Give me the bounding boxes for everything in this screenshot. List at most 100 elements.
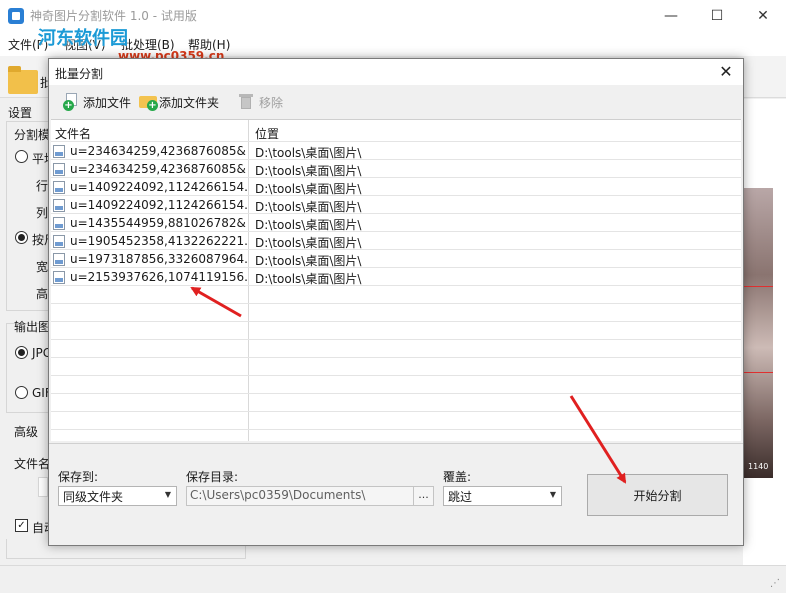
empty-table-row [51, 304, 741, 322]
table-row[interactable]: u=1435544959,881026782&... D:\tools\桌面\图片… [51, 214, 741, 232]
image-file-icon [53, 234, 65, 248]
image-file-icon [53, 162, 65, 176]
file-name-text: u=1435544959,881026782&... [70, 216, 247, 230]
save-to-value: 同级文件夹 [63, 490, 124, 504]
column-header-filename[interactable]: 文件名 [55, 125, 91, 142]
file-name-cell: u=234634259,4236876085&... [53, 144, 247, 158]
remove-label: 移除 [259, 95, 284, 110]
dropdown-arrow-icon: ▼ [549, 490, 556, 499]
empty-table-row [51, 412, 741, 430]
close-button[interactable]: ✕ [740, 0, 786, 31]
table-row[interactable]: u=1973187856,3326087964... D:\tools\桌面\图片… [51, 250, 741, 268]
file-name-text: u=1409224092,1124266154... [70, 198, 247, 212]
save-to-label: 保存到: [58, 470, 99, 484]
maximize-button[interactable]: ☐ [694, 0, 740, 31]
file-name-cell: u=1409224092,1124266154... [53, 198, 247, 212]
column-header-location[interactable]: 位置 [255, 125, 279, 142]
output-label: 输出图 [14, 320, 51, 334]
remove-button[interactable]: 移除 [237, 91, 283, 113]
table-row[interactable]: u=234634259,4236876085&... D:\tools\桌面\图片… [51, 160, 741, 178]
add-folder-icon: + [139, 93, 158, 111]
image-file-icon [53, 270, 65, 284]
radio-jpg[interactable] [15, 346, 28, 359]
overwrite-value: 跳过 [448, 490, 473, 504]
empty-table-row [51, 394, 741, 412]
empty-table-row [51, 286, 741, 304]
bottom-panel: 保存到: 同级文件夹 ▼ 保存目录: C:\Users\pc0359\Docum… [49, 443, 743, 545]
file-path-cell: D:\tools\桌面\图片\ [255, 200, 362, 214]
file-path-cell: D:\tools\桌面\图片\ [255, 164, 362, 178]
table-row[interactable]: u=1409224092,1124266154... D:\tools\桌面\图片… [51, 178, 741, 196]
add-folder-label: 添加文件夹 [159, 95, 220, 110]
preview-image [743, 188, 773, 478]
table-row[interactable]: u=1905452358,4132262221... D:\tools\桌面\图片… [51, 232, 741, 250]
add-folder-button[interactable]: + 添加文件夹 [139, 91, 219, 113]
file-path-cell: D:\tools\桌面\图片\ [255, 182, 362, 196]
watermark-logo: 河东软件园 [38, 28, 128, 49]
resize-grip-icon[interactable]: ⋰ [770, 578, 784, 592]
empty-table-row [51, 322, 741, 340]
image-file-icon [53, 216, 65, 230]
dialog-titlebar: 批量分割 ✕ [49, 59, 743, 85]
add-file-button[interactable]: + 添加文件 [63, 91, 131, 113]
empty-table-row [51, 430, 741, 441]
table-row[interactable]: u=1409224092,1124266154... D:\tools\桌面\图片… [51, 196, 741, 214]
file-name-text: u=1905452358,4132262221... [70, 234, 247, 248]
rows-label: 行 [36, 179, 49, 193]
browse-button[interactable]: ... [414, 486, 434, 506]
file-name-cell: u=1435544959,881026782&... [53, 216, 247, 230]
split-line [743, 372, 773, 373]
save-dir-label: 保存目录: [186, 470, 239, 484]
file-path-cell: D:\tools\桌面\图片\ [255, 272, 362, 286]
radio-gif[interactable] [15, 386, 28, 399]
file-name-cell: u=1973187856,3326087964... [53, 252, 247, 266]
table-header: 文件名 位置 [51, 120, 741, 142]
batch-split-dialog: 批量分割 ✕ + 添加文件 + 添加文件夹 移除 文件名 位置 u=234634… [48, 58, 744, 546]
file-name-cell: u=234634259,4236876085&... [53, 162, 247, 176]
file-path-cell: D:\tools\桌面\图片\ [255, 146, 362, 160]
file-name-text: u=234634259,4236876085&... [70, 144, 247, 158]
file-name-text: u=1973187856,3326087964... [70, 252, 247, 266]
add-file-label: 添加文件 [83, 95, 132, 110]
trash-icon [237, 93, 255, 111]
dialog-close-button[interactable]: ✕ [715, 61, 737, 83]
app-title: 神奇图片分割软件 1.0 - 试用版 [30, 9, 197, 23]
start-split-button[interactable]: 开始分割 [587, 474, 728, 516]
file-path-cell: D:\tools\桌面\图片\ [255, 236, 362, 250]
file-name-cell: u=1409224092,1124266154... [53, 180, 247, 194]
file-name-text: u=2153937626,1074119156... [70, 270, 247, 284]
radio-by-size[interactable] [15, 231, 28, 244]
minimize-button[interactable]: — [648, 0, 694, 31]
advanced-label: 高级 [14, 425, 39, 439]
table-row[interactable]: u=2153937626,1074119156... D:\tools\桌面\图片… [51, 268, 741, 286]
dropdown-arrow-icon: ▼ [164, 490, 171, 499]
overwrite-select[interactable]: 跳过 ▼ [443, 486, 562, 506]
file-path-cell: D:\tools\桌面\图片\ [255, 254, 362, 268]
radio-average[interactable] [15, 150, 28, 163]
dialog-toolbar: + 添加文件 + 添加文件夹 移除 [49, 85, 743, 117]
add-file-icon: + [63, 93, 81, 111]
cols-label: 列 [36, 206, 49, 220]
filename-input[interactable] [38, 477, 48, 497]
height-label: 高 [36, 287, 49, 301]
save-dir-input[interactable]: C:\Users\pc0359\Documents\ [186, 486, 414, 506]
width-label: 宽 [36, 260, 49, 274]
table-row[interactable]: u=234634259,4236876085&... D:\tools\桌面\图片… [51, 142, 741, 160]
file-path-cell: D:\tools\桌面\图片\ [255, 218, 362, 232]
image-file-icon [53, 180, 65, 194]
app-icon [8, 8, 24, 24]
open-folder-icon[interactable] [8, 66, 38, 94]
filename-label: 文件名 [14, 457, 51, 471]
image-file-icon [53, 198, 65, 212]
file-name-cell: u=2153937626,1074119156... [53, 270, 247, 284]
split-mode-label: 分割模 [14, 128, 51, 142]
image-file-icon [53, 252, 65, 266]
file-table: 文件名 位置 u=234634259,4236876085&... D:\tool… [51, 119, 741, 441]
file-name-cell: u=1905452358,4132262221... [53, 234, 247, 248]
overwrite-label: 覆盖: [443, 470, 472, 484]
save-to-select[interactable]: 同级文件夹 ▼ [58, 486, 177, 506]
status-bar [0, 565, 786, 593]
auto-checkbox[interactable]: ✓ [15, 519, 28, 532]
split-line [743, 286, 773, 287]
dialog-title: 批量分割 [55, 67, 104, 81]
